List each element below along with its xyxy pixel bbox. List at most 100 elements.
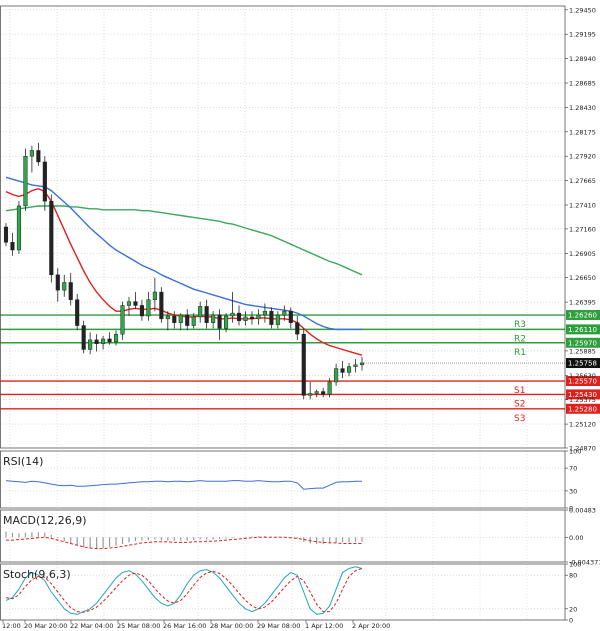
last-price-label: 1.25758 bbox=[568, 360, 597, 368]
candle-body bbox=[295, 322, 300, 335]
candle-body bbox=[36, 150, 41, 163]
candle-body bbox=[288, 310, 293, 323]
x-tick-label: 29 Mar 08:00 bbox=[257, 622, 300, 630]
level-value-s3: 1.25280 bbox=[568, 405, 597, 413]
pane-tick-label: 80 bbox=[569, 572, 577, 580]
candle-body bbox=[269, 310, 274, 325]
candle-body bbox=[42, 161, 47, 202]
x-tick-label: 1 Apr 12:00 bbox=[305, 622, 343, 630]
level-value-r2: 1.26110 bbox=[568, 326, 597, 334]
x-tick-label: 12:00 bbox=[2, 622, 21, 630]
y-tick-label: 1.25120 bbox=[569, 421, 596, 429]
candle-body bbox=[139, 305, 144, 317]
candle-body bbox=[275, 314, 280, 325]
candle-body bbox=[359, 362, 365, 366]
y-tick-label: 1.27665 bbox=[569, 177, 596, 185]
y-tick-label: 1.27920 bbox=[569, 153, 596, 161]
level-value-r3: 1.26260 bbox=[568, 312, 597, 320]
candle-body bbox=[314, 391, 319, 394]
pane-tick-label: 100 bbox=[569, 448, 581, 456]
pane-tick-label: 20 bbox=[569, 605, 577, 613]
candle-body bbox=[185, 314, 190, 326]
candle-body bbox=[165, 315, 170, 320]
candle-body bbox=[256, 314, 261, 320]
pane-tick-label: 0.00 bbox=[569, 534, 583, 542]
candle-body bbox=[10, 242, 15, 251]
candle-body bbox=[120, 305, 125, 335]
candle-body bbox=[224, 315, 229, 329]
y-tick-label: 1.28685 bbox=[569, 80, 596, 88]
y-tick-label: 1.29195 bbox=[569, 31, 596, 39]
candle-body bbox=[282, 310, 287, 316]
y-tick-label: 1.28175 bbox=[569, 128, 596, 136]
candle-body bbox=[347, 366, 352, 373]
candle-body bbox=[334, 368, 339, 383]
candle-body bbox=[133, 301, 138, 306]
candle-body bbox=[3, 226, 9, 243]
y-tick-label: 1.25630 bbox=[569, 372, 596, 380]
x-tick-label: 26 Mar 16:00 bbox=[163, 622, 206, 630]
candle-body bbox=[68, 282, 73, 300]
candle-body bbox=[340, 368, 345, 373]
pane-tick-label: 30 bbox=[569, 487, 577, 495]
x-tick-label: 20 Mar 20:00 bbox=[24, 622, 67, 630]
candle-body bbox=[81, 325, 86, 350]
candle-body bbox=[191, 316, 196, 326]
candle-body bbox=[236, 312, 242, 322]
candle-body bbox=[321, 391, 326, 395]
price-chart: R31.26260R21.26110R11.25970S11.25570S21.… bbox=[0, 0, 600, 631]
y-tick-label: 1.25885 bbox=[569, 347, 596, 355]
y-tick-label: 1.26395 bbox=[569, 299, 596, 307]
candle-body bbox=[49, 200, 54, 276]
candle-body bbox=[159, 291, 164, 320]
candle-body bbox=[217, 314, 222, 329]
candle-body bbox=[101, 338, 106, 344]
y-tick-label: 1.29450 bbox=[569, 6, 596, 14]
candle-body bbox=[230, 312, 235, 317]
indicator-title: Stoch(9,6,3) bbox=[3, 568, 71, 581]
level-name-s3: S3 bbox=[514, 414, 525, 424]
candle-body bbox=[178, 314, 183, 323]
candle-body bbox=[55, 274, 60, 291]
candle-body bbox=[23, 155, 28, 207]
y-tick-label: 1.27160 bbox=[569, 225, 596, 233]
candle-body bbox=[88, 339, 93, 350]
candle-body bbox=[107, 338, 112, 343]
x-tick-label: 25 Mar 08:00 bbox=[117, 622, 160, 630]
y-tick-label: 1.28940 bbox=[569, 55, 596, 63]
candle-body bbox=[146, 299, 151, 317]
candle-body bbox=[94, 339, 99, 344]
candle-body bbox=[243, 316, 248, 322]
candle-body bbox=[172, 315, 177, 323]
candle-body bbox=[29, 150, 34, 157]
candle-body bbox=[308, 393, 313, 396]
level-value-r1: 1.25970 bbox=[568, 339, 597, 347]
pane-tick-label: 70 bbox=[569, 465, 577, 473]
y-tick-label: 1.25375 bbox=[569, 396, 596, 404]
x-tick-label: 22 Mar 04:00 bbox=[70, 622, 113, 630]
pane-tick-label: 100 bbox=[569, 561, 581, 569]
level-name-r3: R3 bbox=[514, 320, 526, 330]
indicator-title: RSI(14) bbox=[3, 455, 43, 468]
x-tick-label: 28 Mar 00:00 bbox=[210, 622, 253, 630]
level-name-r1: R1 bbox=[514, 348, 526, 358]
y-tick-label: 1.27410 bbox=[569, 201, 596, 209]
indicator-title: MACD(12,26,9) bbox=[3, 514, 87, 527]
y-tick-label: 1.26650 bbox=[569, 274, 596, 282]
candle-body bbox=[16, 205, 21, 251]
candle-body bbox=[262, 310, 267, 316]
candle-body bbox=[249, 316, 255, 320]
y-tick-label: 1.28430 bbox=[569, 104, 596, 112]
candle-body bbox=[62, 282, 67, 291]
candle-body bbox=[198, 306, 203, 318]
pane-tick-label: 0 bbox=[569, 617, 573, 625]
pane-tick-label: 0.00483 bbox=[569, 507, 596, 515]
candle-body bbox=[211, 314, 216, 323]
candle-body bbox=[327, 381, 332, 395]
candle-body bbox=[301, 333, 306, 396]
level-name-s2: S2 bbox=[514, 399, 525, 409]
y-tick-label: 1.26905 bbox=[569, 250, 596, 258]
candle-body bbox=[113, 333, 119, 343]
candle-body bbox=[204, 306, 209, 323]
x-tick-label: 2 Apr 20:00 bbox=[352, 622, 390, 630]
